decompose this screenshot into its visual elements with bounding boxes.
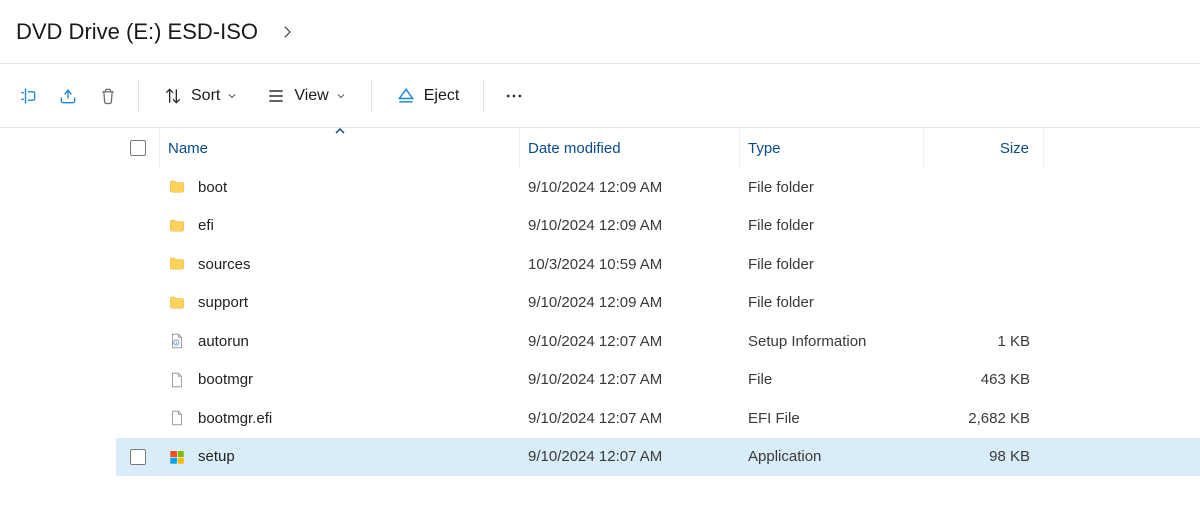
inf-icon (168, 332, 186, 350)
row-date: 9/10/2024 12:09 AM (520, 217, 740, 234)
sort-ascending-icon (334, 127, 346, 135)
eject-button[interactable]: Eject (382, 76, 474, 116)
row-name: boot (198, 179, 227, 196)
row-checkbox[interactable] (116, 449, 160, 465)
sort-button[interactable]: Sort (149, 76, 252, 116)
file-icon (168, 409, 186, 427)
separator (138, 80, 139, 112)
row-name-cell[interactable]: support (160, 294, 520, 312)
row-date: 9/10/2024 12:07 AM (520, 371, 740, 388)
row-name-cell[interactable]: bootmgr (160, 371, 520, 389)
separator (371, 80, 372, 112)
row-name: setup (198, 448, 235, 465)
row-size: 463 KB (924, 371, 1044, 388)
content-area: Name Date modified Type Size boot 9/10/20… (0, 128, 1200, 525)
row-type: Setup Information (740, 333, 924, 350)
folder-icon (168, 294, 186, 312)
toolbar: Sort View Eject (0, 64, 1200, 128)
sort-label: Sort (191, 87, 220, 105)
breadcrumb-bar: DVD Drive (E:) ESD-ISO (0, 0, 1200, 64)
column-header-date[interactable]: Date modified (520, 128, 740, 168)
row-size: 2,682 KB (924, 410, 1044, 427)
file-row[interactable]: efi 9/10/2024 12:09 AMFile folder (116, 207, 1200, 246)
chevron-right-icon[interactable] (278, 23, 296, 41)
share-button[interactable] (48, 76, 88, 116)
row-type: File folder (740, 179, 924, 196)
view-label: View (294, 87, 328, 105)
col-name-label: Name (168, 140, 208, 157)
file-rows: boot9/10/2024 12:09 AMFile folderefi9/10… (116, 168, 1200, 476)
row-name: bootmgr.efi (198, 410, 272, 427)
left-gutter (0, 128, 116, 525)
file-list: Name Date modified Type Size boot 9/10/20… (116, 128, 1200, 525)
chevron-down-icon (335, 90, 347, 102)
row-size: 98 KB (924, 448, 1044, 465)
more-button[interactable] (494, 76, 534, 116)
column-header-size[interactable]: Size (924, 128, 1044, 168)
column-header-name[interactable]: Name (160, 128, 520, 168)
file-row[interactable]: bootmgr.efi 9/10/2024 12:07 AMEFI File2,6… (116, 399, 1200, 438)
delete-button[interactable] (88, 76, 128, 116)
row-type: Application (740, 448, 924, 465)
select-all-checkbox[interactable] (116, 128, 160, 168)
row-name-cell[interactable]: boot (160, 178, 520, 196)
file-row[interactable]: boot 9/10/2024 12:09 AMFile folder (116, 168, 1200, 207)
row-date: 9/10/2024 12:09 AM (520, 179, 740, 196)
row-name-cell[interactable]: efi (160, 217, 520, 235)
folder-icon (168, 255, 186, 273)
row-type: File (740, 371, 924, 388)
row-name: sources (198, 256, 251, 273)
column-header-type[interactable]: Type (740, 128, 924, 168)
file-icon (168, 371, 186, 389)
file-row[interactable]: sources 10/3/2024 10:59 AMFile folder (116, 245, 1200, 284)
row-name-cell[interactable]: setup (160, 448, 520, 466)
column-header-row: Name Date modified Type Size (116, 128, 1200, 168)
row-date: 9/10/2024 12:07 AM (520, 410, 740, 427)
row-type: File folder (740, 294, 924, 311)
chevron-down-icon (226, 90, 238, 102)
eject-label: Eject (424, 87, 460, 105)
row-name-cell[interactable]: sources (160, 255, 520, 273)
folder-icon (168, 178, 186, 196)
breadcrumb-title[interactable]: DVD Drive (E:) ESD-ISO (16, 19, 258, 45)
row-name-cell[interactable]: bootmgr.efi (160, 409, 520, 427)
row-name: autorun (198, 333, 249, 350)
file-row[interactable]: support 9/10/2024 12:09 AMFile folder (116, 284, 1200, 323)
row-type: File folder (740, 256, 924, 273)
row-date: 9/10/2024 12:09 AM (520, 294, 740, 311)
separator (483, 80, 484, 112)
file-row[interactable]: autorun 9/10/2024 12:07 AMSetup Informati… (116, 322, 1200, 361)
row-type: EFI File (740, 410, 924, 427)
app-icon (168, 448, 186, 466)
row-date: 9/10/2024 12:07 AM (520, 448, 740, 465)
view-button[interactable]: View (252, 76, 360, 116)
file-row[interactable]: bootmgr 9/10/2024 12:07 AMFile463 KB (116, 361, 1200, 400)
row-name: efi (198, 217, 214, 234)
row-date: 9/10/2024 12:07 AM (520, 333, 740, 350)
row-name: support (198, 294, 248, 311)
file-row[interactable]: setup 9/10/2024 12:07 AMApplication98 KB (116, 438, 1200, 477)
row-size: 1 KB (924, 333, 1044, 350)
rename-button[interactable] (8, 76, 48, 116)
row-name: bootmgr (198, 371, 253, 388)
folder-icon (168, 217, 186, 235)
row-type: File folder (740, 217, 924, 234)
row-name-cell[interactable]: autorun (160, 332, 520, 350)
row-date: 10/3/2024 10:59 AM (520, 256, 740, 273)
